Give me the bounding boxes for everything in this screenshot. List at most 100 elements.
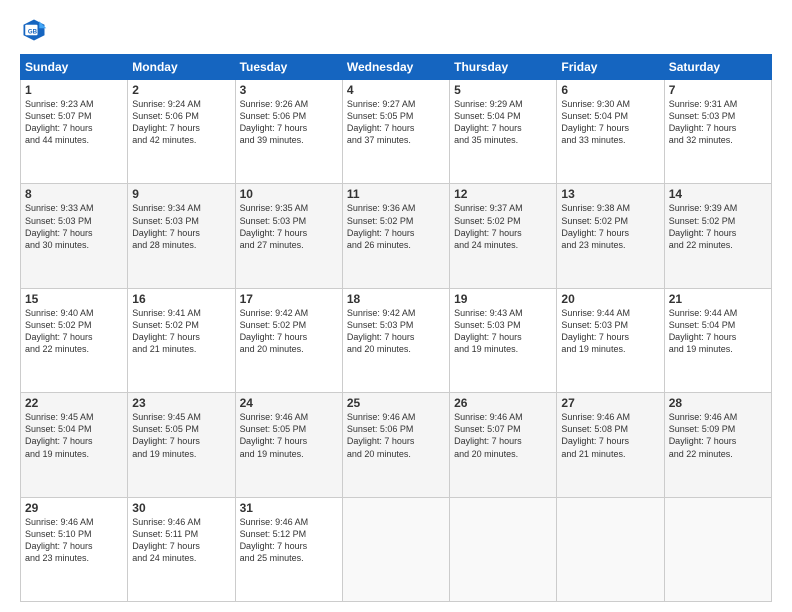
day-number: 29: [25, 501, 123, 515]
calendar-week-5: 29 Sunrise: 9:46 AMSunset: 5:10 PMDayligh…: [21, 497, 772, 601]
calendar-cell: 16 Sunrise: 9:41 AMSunset: 5:02 PMDayligh…: [128, 288, 235, 392]
weekday-header-saturday: Saturday: [664, 55, 771, 80]
calendar-cell: 12 Sunrise: 9:37 AMSunset: 5:02 PMDayligh…: [450, 184, 557, 288]
day-info: Sunrise: 9:31 AMSunset: 5:03 PMDaylight:…: [669, 99, 738, 145]
calendar-week-2: 8 Sunrise: 9:33 AMSunset: 5:03 PMDaylight…: [21, 184, 772, 288]
calendar-cell: 26 Sunrise: 9:46 AMSunset: 5:07 PMDayligh…: [450, 393, 557, 497]
day-info: Sunrise: 9:42 AMSunset: 5:03 PMDaylight:…: [347, 308, 416, 354]
day-info: Sunrise: 9:46 AMSunset: 5:06 PMDaylight:…: [347, 412, 416, 458]
day-info: Sunrise: 9:33 AMSunset: 5:03 PMDaylight:…: [25, 203, 94, 249]
day-number: 24: [240, 396, 338, 410]
day-number: 13: [561, 187, 659, 201]
day-number: 6: [561, 83, 659, 97]
calendar-cell: 7 Sunrise: 9:31 AMSunset: 5:03 PMDaylight…: [664, 80, 771, 184]
day-info: Sunrise: 9:40 AMSunset: 5:02 PMDaylight:…: [25, 308, 94, 354]
day-info: Sunrise: 9:44 AMSunset: 5:04 PMDaylight:…: [669, 308, 738, 354]
calendar-cell: 13 Sunrise: 9:38 AMSunset: 5:02 PMDayligh…: [557, 184, 664, 288]
day-number: 16: [132, 292, 230, 306]
day-info: Sunrise: 9:46 AMSunset: 5:11 PMDaylight:…: [132, 517, 201, 563]
day-number: 9: [132, 187, 230, 201]
day-info: Sunrise: 9:41 AMSunset: 5:02 PMDaylight:…: [132, 308, 201, 354]
calendar-cell: 5 Sunrise: 9:29 AMSunset: 5:04 PMDaylight…: [450, 80, 557, 184]
day-info: Sunrise: 9:26 AMSunset: 5:06 PMDaylight:…: [240, 99, 309, 145]
logo: GB: [20, 16, 52, 44]
day-info: Sunrise: 9:42 AMSunset: 5:02 PMDaylight:…: [240, 308, 309, 354]
day-info: Sunrise: 9:36 AMSunset: 5:02 PMDaylight:…: [347, 203, 416, 249]
day-number: 17: [240, 292, 338, 306]
day-number: 14: [669, 187, 767, 201]
calendar-cell: 23Sunrise: 9:45 AMSunset: 5:05 PMDayligh…: [128, 393, 235, 497]
calendar-cell: [450, 497, 557, 601]
calendar-cell: [664, 497, 771, 601]
calendar-cell: 29 Sunrise: 9:46 AMSunset: 5:10 PMDayligh…: [21, 497, 128, 601]
calendar-cell: 1 Sunrise: 9:23 AMSunset: 5:07 PMDaylight…: [21, 80, 128, 184]
day-number: 12: [454, 187, 552, 201]
weekday-row: SundayMondayTuesdayWednesdayThursdayFrid…: [21, 55, 772, 80]
day-number: 26: [454, 396, 552, 410]
calendar-page: GB SundayMondayTuesdayWednesdayThursdayF…: [0, 0, 792, 612]
calendar-cell: 10 Sunrise: 9:35 AMSunset: 5:03 PMDayligh…: [235, 184, 342, 288]
calendar-cell: 3Sunrise: 9:26 AMSunset: 5:06 PMDaylight…: [235, 80, 342, 184]
day-number: 20: [561, 292, 659, 306]
day-info: Sunrise: 9:38 AMSunset: 5:02 PMDaylight:…: [561, 203, 630, 249]
calendar-cell: 8 Sunrise: 9:33 AMSunset: 5:03 PMDaylight…: [21, 184, 128, 288]
calendar-cell: 2 Sunrise: 9:24 AMSunset: 5:06 PMDaylight…: [128, 80, 235, 184]
calendar-cell: 30 Sunrise: 9:46 AMSunset: 5:11 PMDayligh…: [128, 497, 235, 601]
calendar-cell: 9 Sunrise: 9:34 AMSunset: 5:03 PMDaylight…: [128, 184, 235, 288]
calendar-cell: 28Sunrise: 9:46 AMSunset: 5:09 PMDayligh…: [664, 393, 771, 497]
day-info: Sunrise: 9:46 AMSunset: 5:07 PMDaylight:…: [454, 412, 523, 458]
day-info: Sunrise: 9:34 AMSunset: 5:03 PMDaylight:…: [132, 203, 201, 249]
calendar-cell: 6 Sunrise: 9:30 AMSunset: 5:04 PMDaylight…: [557, 80, 664, 184]
calendar-week-4: 22 Sunrise: 9:45 AMSunset: 5:04 PMDayligh…: [21, 393, 772, 497]
day-info: Sunrise: 9:35 AMSunset: 5:03 PMDaylight:…: [240, 203, 309, 249]
day-number: 21: [669, 292, 767, 306]
weekday-header-sunday: Sunday: [21, 55, 128, 80]
calendar-cell: 27Sunrise: 9:46 AMSunset: 5:08 PMDayligh…: [557, 393, 664, 497]
day-number: 10: [240, 187, 338, 201]
day-info: Sunrise: 9:46 AMSunset: 5:10 PMDaylight:…: [25, 517, 94, 563]
calendar-week-1: 1 Sunrise: 9:23 AMSunset: 5:07 PMDaylight…: [21, 80, 772, 184]
day-number: 7: [669, 83, 767, 97]
weekday-header-wednesday: Wednesday: [342, 55, 449, 80]
calendar-cell: [557, 497, 664, 601]
day-info: Sunrise: 9:46 AMSunset: 5:09 PMDaylight:…: [669, 412, 738, 458]
day-number: 31: [240, 501, 338, 515]
calendar-cell: 25 Sunrise: 9:46 AMSunset: 5:06 PMDayligh…: [342, 393, 449, 497]
day-number: 8: [25, 187, 123, 201]
day-info: Sunrise: 9:24 AMSunset: 5:06 PMDaylight:…: [132, 99, 201, 145]
calendar-table: SundayMondayTuesdayWednesdayThursdayFrid…: [20, 54, 772, 602]
calendar-cell: 20 Sunrise: 9:44 AMSunset: 5:03 PMDayligh…: [557, 288, 664, 392]
day-number: 19: [454, 292, 552, 306]
calendar-cell: 17 Sunrise: 9:42 AMSunset: 5:02 PMDayligh…: [235, 288, 342, 392]
calendar-cell: 15 Sunrise: 9:40 AMSunset: 5:02 PMDayligh…: [21, 288, 128, 392]
calendar-cell: 14 Sunrise: 9:39 AMSunset: 5:02 PMDayligh…: [664, 184, 771, 288]
day-number: 11: [347, 187, 445, 201]
day-number: 15: [25, 292, 123, 306]
day-info: Sunrise: 9:37 AMSunset: 5:02 PMDaylight:…: [454, 203, 523, 249]
day-number: 2: [132, 83, 230, 97]
day-number: 1: [25, 83, 123, 97]
day-number: 27: [561, 396, 659, 410]
calendar-body: 1 Sunrise: 9:23 AMSunset: 5:07 PMDaylight…: [21, 80, 772, 602]
calendar-cell: 19Sunrise: 9:43 AMSunset: 5:03 PMDayligh…: [450, 288, 557, 392]
calendar-cell: [342, 497, 449, 601]
day-number: 22: [25, 396, 123, 410]
svg-text:GB: GB: [28, 29, 38, 36]
day-info: Sunrise: 9:44 AMSunset: 5:03 PMDaylight:…: [561, 308, 630, 354]
day-info: Sunrise: 9:45 AMSunset: 5:04 PMDaylight:…: [25, 412, 94, 458]
day-info: Sunrise: 9:29 AMSunset: 5:04 PMDaylight:…: [454, 99, 523, 145]
day-number: 30: [132, 501, 230, 515]
weekday-header-tuesday: Tuesday: [235, 55, 342, 80]
day-number: 25: [347, 396, 445, 410]
day-info: Sunrise: 9:46 AMSunset: 5:05 PMDaylight:…: [240, 412, 309, 458]
weekday-header-monday: Monday: [128, 55, 235, 80]
day-info: Sunrise: 9:39 AMSunset: 5:02 PMDaylight:…: [669, 203, 738, 249]
day-info: Sunrise: 9:30 AMSunset: 5:04 PMDaylight:…: [561, 99, 630, 145]
day-info: Sunrise: 9:23 AMSunset: 5:07 PMDaylight:…: [25, 99, 94, 145]
calendar-cell: 11 Sunrise: 9:36 AMSunset: 5:02 PMDayligh…: [342, 184, 449, 288]
calendar-cell: 18Sunrise: 9:42 AMSunset: 5:03 PMDayligh…: [342, 288, 449, 392]
calendar-cell: 21 Sunrise: 9:44 AMSunset: 5:04 PMDayligh…: [664, 288, 771, 392]
weekday-header-friday: Friday: [557, 55, 664, 80]
calendar-week-3: 15 Sunrise: 9:40 AMSunset: 5:02 PMDayligh…: [21, 288, 772, 392]
day-number: 5: [454, 83, 552, 97]
